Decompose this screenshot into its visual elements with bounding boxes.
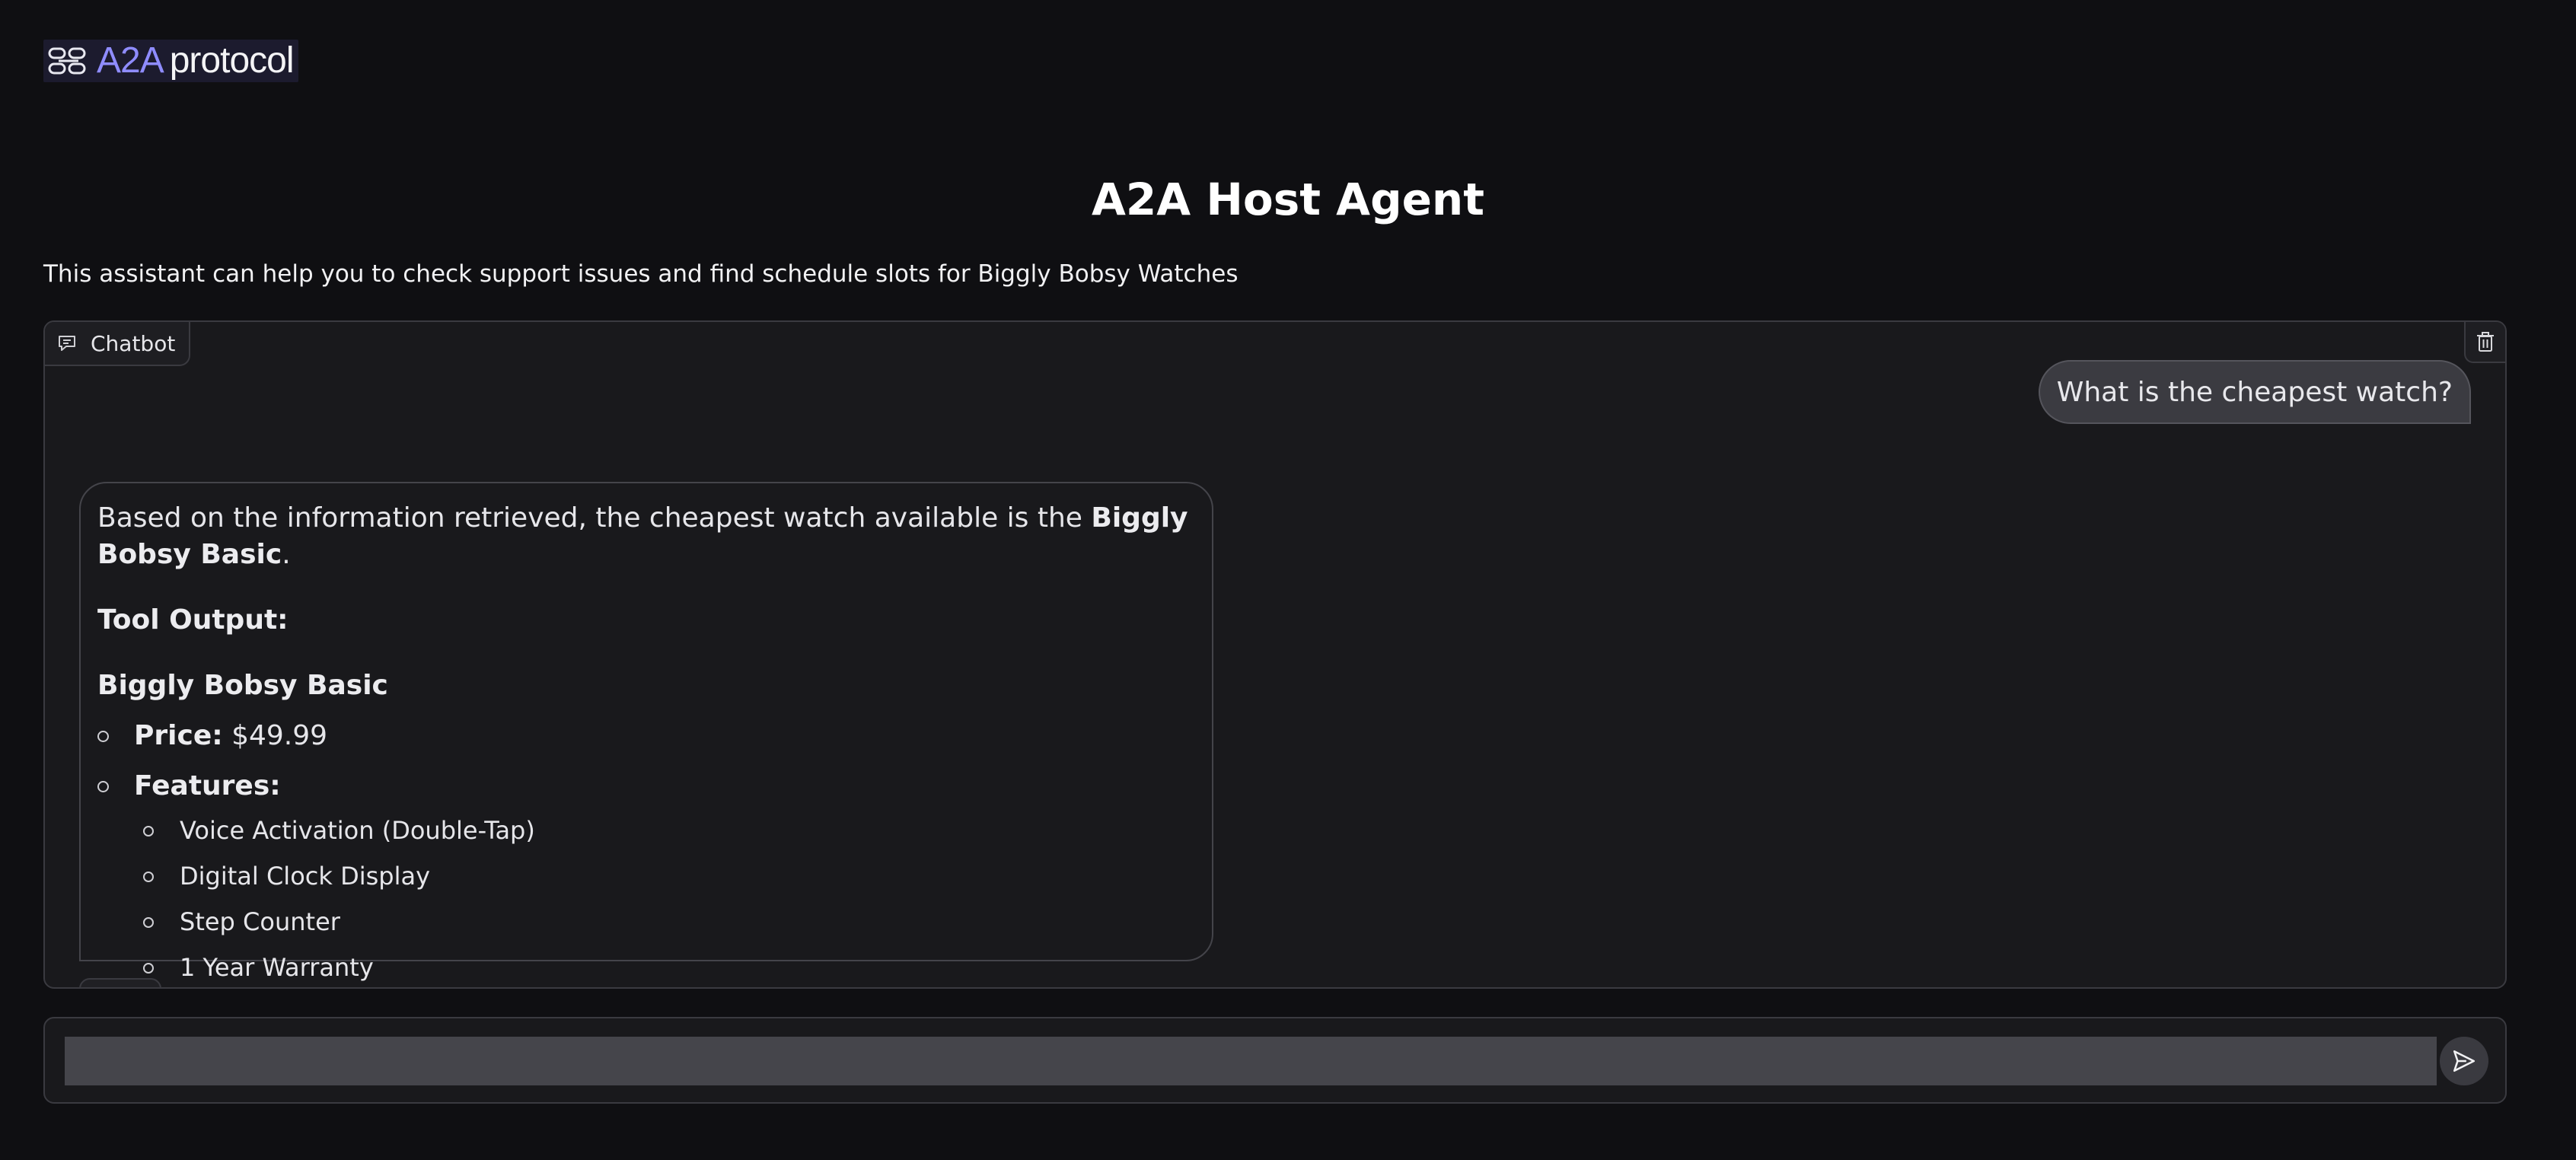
send-icon: [2453, 1050, 2476, 1072]
bot-intro: Based on the information retrieved, the …: [97, 502, 1188, 570]
trash-icon: [2477, 332, 2494, 352]
user-message-bubble: What is the cheapest watch?: [2038, 360, 2471, 424]
chatbot-label-text: Chatbot: [91, 330, 176, 356]
logo-a2a-text: A2A: [97, 40, 164, 81]
chat-bubble-icon: [59, 336, 75, 351]
a2a-protocol-logo: A2A protocol: [43, 40, 298, 82]
message-input-bar: [43, 1017, 2507, 1104]
price-value: $49.99: [222, 720, 328, 751]
clear-chat-button[interactable]: [2464, 322, 2505, 363]
feature-item: 1 Year Warranty: [134, 951, 1195, 984]
send-button[interactable]: [2440, 1037, 2488, 1085]
features-list: Voice Activation (Double-Tap) Digital Cl…: [134, 814, 1195, 984]
product-name: Biggly Bobsy Basic: [97, 670, 388, 701]
message-action-stub[interactable]: [79, 978, 161, 987]
bot-message-bubble: Based on the information retrieved, the …: [79, 482, 1213, 982]
user-message-text: What is the cheapest watch?: [2056, 376, 2453, 408]
page-title: A2A Host Agent: [1092, 174, 1484, 225]
feature-item: Voice Activation (Double-Tap): [134, 814, 1195, 847]
feature-item: Digital Clock Display: [134, 859, 1195, 893]
price-item: Price: $49.99: [97, 718, 1195, 754]
a2a-logo-mark-icon: [48, 47, 86, 75]
feature-item: Step Counter: [134, 905, 1195, 939]
features-item: Features: Voice Activation (Double-Tap) …: [97, 768, 1195, 984]
tool-output-heading: Tool Output:: [97, 604, 289, 636]
product-details-list: Price: $49.99 Features: Voice Activation…: [97, 718, 1195, 984]
page-description: This assistant can help you to check sup…: [43, 260, 1239, 288]
chatbot-label: Chatbot: [45, 322, 191, 366]
chatbot-panel[interactable]: Chatbot What is the cheapest watch? Base…: [43, 320, 2507, 989]
message-input[interactable]: [65, 1037, 2437, 1085]
logo-protocol-text: protocol: [169, 40, 295, 81]
